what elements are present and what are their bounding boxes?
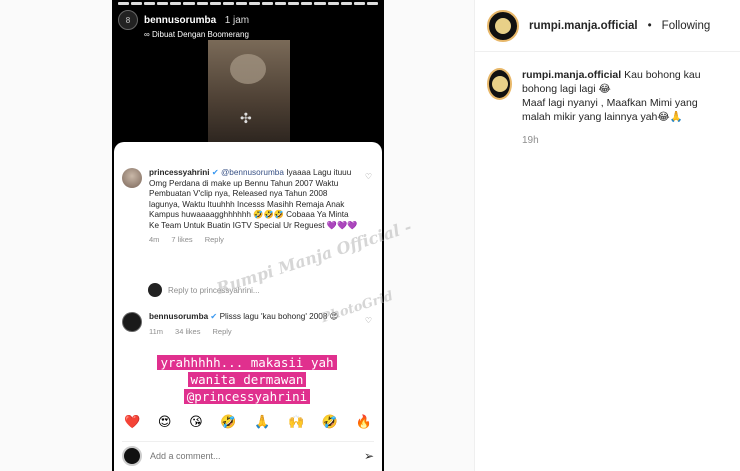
verified-icon: ✔ — [211, 168, 219, 177]
story-time: 1 jam — [224, 15, 250, 26]
story-photo: ✣ — [208, 40, 290, 142]
separator-dot: • — [647, 19, 652, 32]
post-sidebar: rumpi.manja.official • Following rumpi.m… — [474, 0, 740, 471]
story-header: 8 bennusorumba 1 jam ∞ Dibuat Dengan Boo… — [118, 10, 249, 39]
caption-block: rumpi.manja.official Kau bohong kau boho… — [475, 52, 740, 146]
comment-reply-button[interactable]: Reply — [212, 327, 231, 338]
caption-line-2: Maaf lagi nyanyi , Maafkan Mimi yang mal… — [522, 97, 698, 123]
reaction-heart[interactable]: ❤️ — [124, 414, 140, 430]
commenter-avatar[interactable] — [122, 312, 142, 332]
post-time-ago: 19h — [522, 135, 539, 146]
comments-card: princessyahrini ✔ @bennusorumba Iyaaaa L… — [114, 142, 382, 471]
reaction-rofl[interactable]: 🤣 — [220, 414, 236, 430]
verified-icon: ✔ — [210, 312, 218, 321]
reply-to-label: Reply to princessyahrini... — [168, 285, 260, 295]
comment-text: Plisss lagu 'kau bohong' 2008 😍 — [219, 312, 339, 321]
comment-mention[interactable]: @bennusorumba — [221, 168, 284, 177]
commenter-avatar[interactable] — [122, 168, 142, 188]
caption-avatar[interactable] — [487, 68, 512, 100]
comment-input-row: ➢ — [122, 441, 374, 467]
reaction-kiss[interactable]: 😘 — [189, 414, 203, 430]
boomerang-icon: ∞ — [144, 30, 150, 39]
comment-likes[interactable]: 7 likes — [171, 235, 192, 246]
comment-age: 4m — [149, 235, 160, 244]
comment-emoji: 💜💜💜 — [326, 220, 358, 230]
send-icon[interactable]: ➢ — [364, 449, 374, 463]
like-heart-icon[interactable]: ♡ — [365, 316, 372, 325]
account-username[interactable]: rumpi.manja.official — [529, 20, 638, 32]
post-header: rumpi.manja.official • Following — [475, 0, 740, 52]
comment-item: bennusorumba ✔ Plisss lagu 'kau bohong' … — [122, 312, 374, 337]
account-avatar[interactable] — [487, 9, 519, 42]
comment-likes[interactable]: 34 likes — [175, 327, 200, 338]
story-avatar[interactable]: 8 — [118, 10, 138, 30]
story-highlight-text: yrahhhhh... makasii yah wanita dermawan … — [138, 354, 356, 405]
story-progress-bars — [118, 2, 378, 5]
comment-item: princessyahrini ✔ @bennusorumba Iyaaaa L… — [122, 168, 374, 246]
comment-input[interactable] — [150, 450, 356, 461]
reply-to-row[interactable]: Reply to princessyahrini... — [148, 283, 260, 297]
sticker-icon: ✣ — [240, 110, 252, 126]
story-subtitle: Dibuat Dengan Boomerang — [151, 30, 249, 39]
comment-username[interactable]: bennusorumba — [149, 312, 208, 321]
reaction-pray[interactable]: 🙏 — [254, 414, 270, 430]
instagram-post-view: 8 bennusorumba 1 jam ∞ Dibuat Dengan Boo… — [0, 0, 740, 471]
comment-reply-button[interactable]: Reply — [205, 235, 224, 246]
comment-username[interactable]: princessyahrini — [149, 168, 210, 177]
quick-reaction-bar: ❤️ 😍 😘 🤣 🙏 🙌 🤣 🔥 — [124, 414, 372, 430]
like-heart-icon[interactable]: ♡ — [365, 172, 372, 181]
own-avatar — [122, 445, 142, 466]
story-username[interactable]: bennusorumba — [144, 15, 216, 26]
post-media: 8 bennusorumba 1 jam ∞ Dibuat Dengan Boo… — [0, 0, 474, 471]
reaction-rofl-2[interactable]: 🤣 — [322, 414, 338, 430]
reaction-raise-hands[interactable]: 🙌 — [288, 414, 304, 430]
reaction-heart-eyes[interactable]: 😍 — [158, 414, 172, 430]
story-screenshot: 8 bennusorumba 1 jam ∞ Dibuat Dengan Boo… — [112, 0, 384, 471]
comment-text: Iyaaaa Lagu ituuu Omg Perdana di make up… — [149, 168, 352, 230]
reply-avatar — [148, 283, 162, 297]
following-button[interactable]: Following — [662, 20, 711, 32]
reaction-fire[interactable]: 🔥 — [356, 414, 372, 430]
caption-username[interactable]: rumpi.manja.official — [522, 69, 621, 81]
comment-age: 11m — [149, 326, 164, 336]
